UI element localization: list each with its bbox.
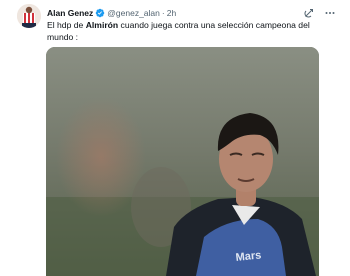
- author-name[interactable]: Alan Genez: [47, 6, 93, 20]
- tweet-text-bold: Almirón: [85, 20, 119, 30]
- avatar-image: [17, 4, 41, 28]
- more-icon[interactable]: [324, 6, 336, 18]
- avatar[interactable]: [17, 4, 41, 28]
- tweet-actions: [303, 6, 336, 18]
- grok-icon[interactable]: [303, 6, 315, 18]
- video-frame: Mars: [46, 47, 319, 276]
- author-handle[interactable]: @genez_alan: [107, 6, 160, 20]
- tweet-text-start: El hdp de: [47, 20, 86, 30]
- tweet-header: Alan Genez @genez_alan · 2h: [47, 6, 176, 20]
- timestamp[interactable]: 2h: [167, 6, 176, 20]
- verified-badge-icon: [95, 8, 105, 18]
- separator-dot: ·: [161, 8, 165, 18]
- tweet[interactable]: Alan Genez @genez_alan · 2h El hdp de Al…: [0, 0, 350, 276]
- tweet-video[interactable]: Mars: [46, 47, 319, 276]
- tweet-text: El hdp de Almirón cuando juega contra un…: [47, 19, 319, 43]
